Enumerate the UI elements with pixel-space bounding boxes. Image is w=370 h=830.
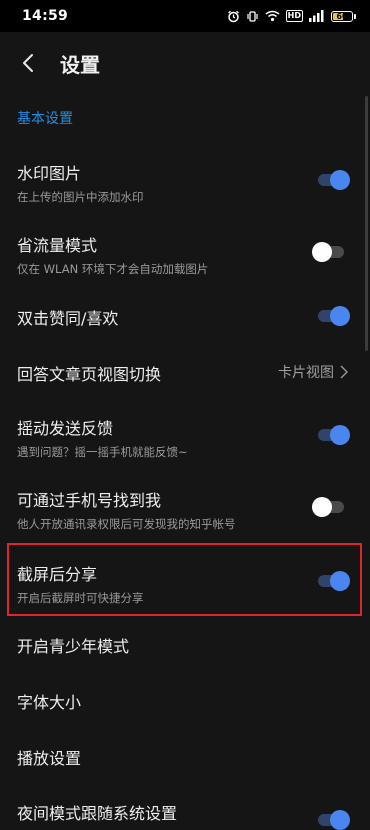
- setting-row-youth-mode[interactable]: 开启青少年模式: [0, 633, 362, 656]
- setting-row-data-saver[interactable]: 省流量模式 仅在 WLAN 环境下才会自动加载图片: [0, 232, 362, 276]
- page-title: 设置: [60, 52, 100, 77]
- setting-title: 开启青少年模式: [17, 637, 130, 656]
- chevron-right-icon: [340, 365, 348, 379]
- setting-title: 省流量模式: [17, 236, 98, 255]
- find-by-phone-toggle[interactable]: [312, 497, 348, 517]
- setting-title: 摇动发送反馈: [17, 419, 114, 438]
- setting-title: 夜间模式跟随系统设置: [17, 804, 178, 823]
- setting-title: 可通过手机号找到我: [17, 491, 162, 510]
- watermark-toggle[interactable]: [314, 170, 350, 190]
- status-bar: 14:59 HD 60: [0, 0, 370, 32]
- setting-row-screenshot-share[interactable]: 截屏后分享 开启后截屏时可快捷分享: [0, 561, 362, 605]
- setting-title: 截屏后分享: [17, 565, 98, 584]
- setting-row-answer-view[interactable]: 回答文章页视图切换 卡片视图: [0, 361, 362, 384]
- setting-subtitle: 遇到问题？摇一摇手机就能反馈~: [17, 445, 188, 459]
- hd-badge: HD: [285, 10, 303, 22]
- wifi-icon: [265, 10, 280, 22]
- scrollbar[interactable]: [365, 96, 368, 351]
- battery-level: 60: [336, 11, 348, 21]
- setting-row-night-mode-system[interactable]: 夜间模式跟随系统设置: [0, 800, 362, 830]
- setting-row-watermark[interactable]: 水印图片 在上传的图片中添加水印: [0, 160, 362, 204]
- signal-icon: [309, 10, 324, 22]
- setting-title: 双击赞同/喜欢: [17, 309, 119, 328]
- setting-row-font-size[interactable]: 字体大小: [0, 689, 362, 712]
- back-button[interactable]: [0, 32, 56, 94]
- alarm-icon: [227, 10, 239, 22]
- setting-row-playback[interactable]: 播放设置: [0, 745, 362, 768]
- setting-row-double-tap-like[interactable]: 双击赞同/喜欢: [0, 305, 362, 328]
- setting-subtitle: 他人开放通讯录权限后可发现我的知乎帐号: [17, 517, 236, 531]
- double-tap-like-toggle[interactable]: [314, 306, 350, 326]
- answer-view-value: 卡片视图: [278, 365, 334, 381]
- status-time: 14:59: [22, 8, 69, 24]
- setting-title: 播放设置: [17, 749, 82, 768]
- status-icons: HD 60: [227, 10, 356, 23]
- chevron-left-icon: [23, 54, 33, 72]
- setting-subtitle: 仅在 WLAN 环境下才会自动加载图片: [17, 262, 209, 276]
- header: 设置: [0, 32, 370, 94]
- night-mode-system-toggle[interactable]: [314, 810, 350, 830]
- shake-feedback-toggle[interactable]: [314, 425, 350, 445]
- section-label: 基本设置: [17, 111, 73, 127]
- setting-subtitle: 开启后截屏时可快捷分享: [17, 591, 144, 605]
- data-saver-toggle[interactable]: [312, 242, 348, 262]
- setting-row-find-by-phone[interactable]: 可通过手机号找到我 他人开放通讯录权限后可发现我的知乎帐号: [0, 487, 362, 531]
- setting-subtitle: 在上传的图片中添加水印: [17, 190, 144, 204]
- vibrate-icon: [247, 10, 258, 22]
- setting-title: 水印图片: [17, 164, 82, 183]
- battery-icon: 60: [331, 10, 353, 22]
- setting-row-shake-feedback[interactable]: 摇动发送反馈 遇到问题？摇一摇手机就能反馈~: [0, 415, 362, 459]
- setting-title: 字体大小: [17, 693, 82, 712]
- screenshot-share-toggle[interactable]: [314, 571, 350, 591]
